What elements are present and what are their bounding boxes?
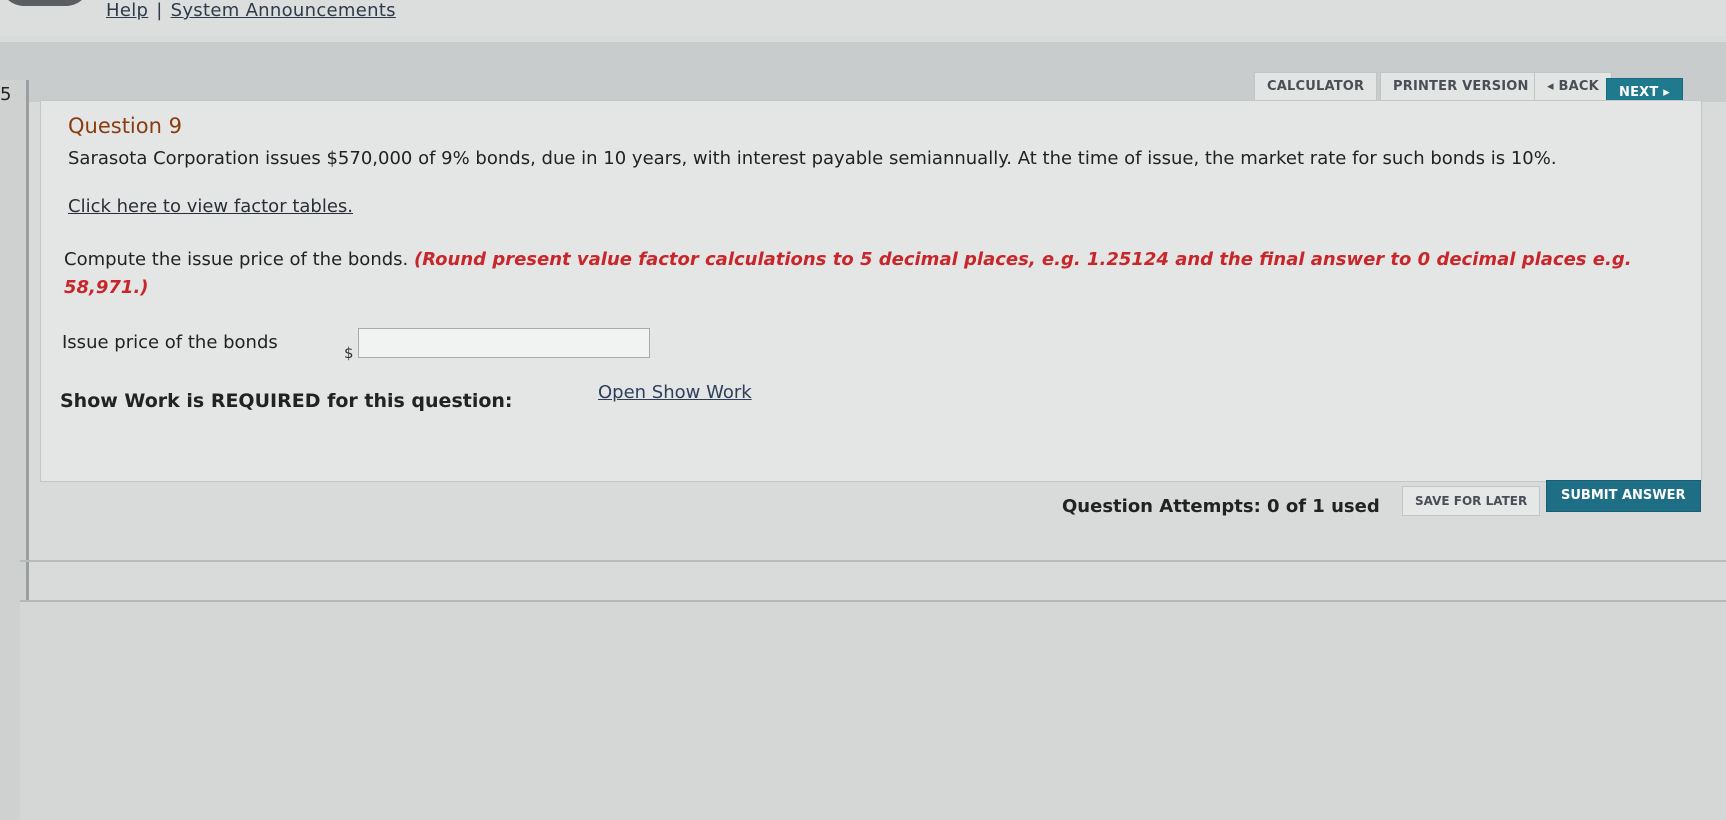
instruction: Compute the issue price of the bonds. (R… <box>64 246 1664 302</box>
help-link[interactable]: Help <box>106 0 148 21</box>
nav-separator: | <box>156 0 163 21</box>
next-label: NEXT <box>1619 85 1659 100</box>
issue-price-label: Issue price of the bonds <box>62 332 278 353</box>
lower-blank-area <box>20 602 1726 820</box>
open-show-work-link[interactable]: Open Show Work <box>598 382 752 403</box>
instruction-text: Compute the issue price of the bonds. <box>64 249 409 270</box>
question-text: Sarasota Corporation issues $570,000 of … <box>68 148 1557 169</box>
question-title: Question 9 <box>68 114 182 138</box>
back-button[interactable]: ◂ BACK <box>1534 72 1612 102</box>
submit-answer-button[interactable]: SUBMIT ANSWER <box>1546 480 1701 512</box>
chevron-left-icon: ◂ <box>1547 79 1554 94</box>
system-announcements-link[interactable]: System Announcements <box>171 0 396 21</box>
question-attempts: Question Attempts: 0 of 1 used <box>1062 496 1380 517</box>
top-nav: Help | System Announcements <box>106 0 396 21</box>
currency-symbol: $ <box>344 344 354 362</box>
left-edge-digit: 5 <box>0 84 12 105</box>
save-for-later-button[interactable]: SAVE FOR LATER <box>1402 486 1541 516</box>
back-label: BACK <box>1558 79 1599 94</box>
chevron-right-icon: ▸ <box>1663 85 1670 100</box>
printer-version-button[interactable]: PRINTER VERSION <box>1380 72 1542 102</box>
divider-line <box>20 560 1726 562</box>
calculator-button[interactable]: CALCULATOR <box>1254 72 1378 102</box>
show-work-label: Show Work is REQUIRED for this question: <box>60 390 513 412</box>
issue-price-input[interactable] <box>358 328 650 358</box>
factor-tables-link[interactable]: Click here to view factor tables. <box>68 196 353 217</box>
